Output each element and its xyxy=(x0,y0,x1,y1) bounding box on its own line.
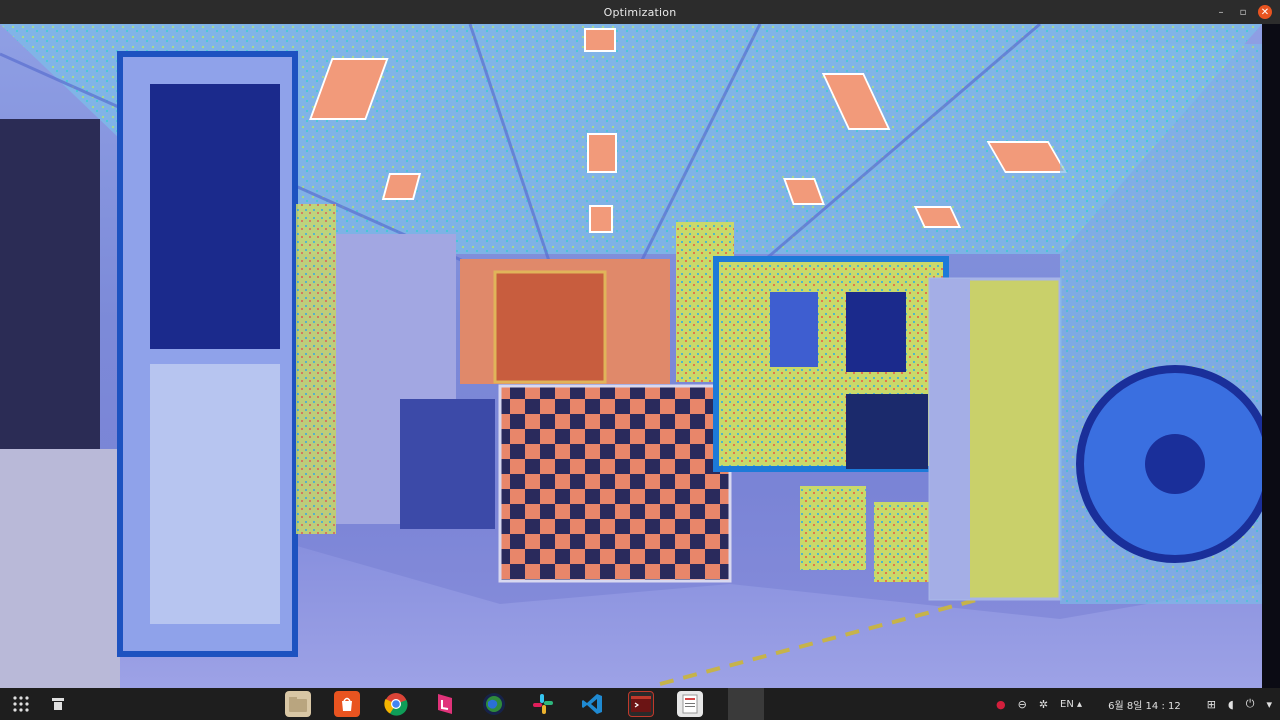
files-icon[interactable] xyxy=(285,691,311,717)
calligraphy-board xyxy=(0,119,100,449)
window-title: Optimization xyxy=(603,5,677,19)
bin xyxy=(400,399,495,529)
close-icon[interactable]: ✕ xyxy=(1258,5,1272,19)
left-wall xyxy=(0,449,120,688)
document-viewer-icon[interactable] xyxy=(677,691,703,717)
terminal-icon[interactable] xyxy=(628,691,654,717)
clock[interactable]: 6월 8일 14 : 12 xyxy=(1108,697,1181,712)
record-icon[interactable]: ● xyxy=(996,698,1006,711)
power-icon[interactable]: ⏻ xyxy=(1246,697,1255,711)
chevron-down-icon[interactable]: ▾ xyxy=(1266,698,1272,711)
right-machine-window-1 xyxy=(770,292,818,367)
viewer-edge-strip xyxy=(1262,24,1280,688)
cabinet-left xyxy=(296,204,336,534)
machine-window xyxy=(150,84,280,349)
vscode-icon[interactable] xyxy=(579,691,605,717)
pink-app-icon[interactable] xyxy=(432,691,458,717)
volume-icon[interactable]: ◖ xyxy=(1228,698,1234,711)
window-switcher-icon[interactable] xyxy=(45,691,71,717)
maximize-icon[interactable]: ▫ xyxy=(1236,5,1250,19)
right-machine-window-2 xyxy=(846,292,906,372)
input-language-label: EN xyxy=(1060,698,1074,710)
system-tray: ● ⊖ ✲ EN ▴ 6월 8일 14 : 12 ⊞ ◖ ⏻ ▾ xyxy=(996,688,1272,720)
lan-icon[interactable]: ⊞ xyxy=(1207,698,1216,711)
checkerboard-target xyxy=(498,384,732,583)
slack-icon[interactable] xyxy=(530,691,556,717)
chrome-icon[interactable] xyxy=(383,691,409,717)
app-store-icon[interactable] xyxy=(334,691,360,717)
globe-app-icon[interactable] xyxy=(481,691,507,717)
dock xyxy=(285,691,703,717)
equipment-case xyxy=(846,394,928,469)
point-cloud-viewer[interactable] xyxy=(0,24,1262,688)
tall-cabinet-side xyxy=(930,279,970,599)
fan-hub xyxy=(1145,434,1205,494)
apps-grid-icon[interactable] xyxy=(8,691,34,717)
back-door xyxy=(493,270,607,384)
minus-circle-icon[interactable]: ⊖ xyxy=(1018,698,1027,711)
input-language-indicator[interactable]: EN ▴ xyxy=(1060,699,1082,710)
window-titlebar[interactable]: Optimization – ▫ ✕ xyxy=(0,0,1280,24)
desktop-screen: Optimization – ▫ ✕ ● ⊖ ✲ EN ▴ 6월 8일 14:… xyxy=(0,0,1280,720)
minimize-icon[interactable]: – xyxy=(1214,5,1228,19)
network-hub-icon[interactable]: ✲ xyxy=(1039,698,1048,711)
chevron-up-icon: ▴ xyxy=(1077,698,1083,710)
machine-panel xyxy=(150,364,280,624)
lab-scene-image xyxy=(0,24,1262,688)
box-1 xyxy=(800,486,866,570)
active-window-indicator xyxy=(728,688,764,720)
